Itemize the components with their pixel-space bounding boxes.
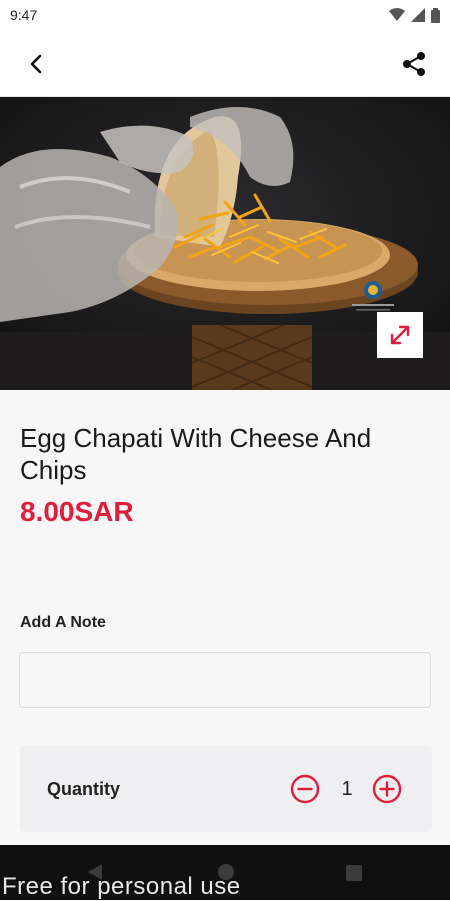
back-arrow-icon <box>30 54 42 74</box>
share-button[interactable] <box>398 48 430 80</box>
status-time: 9:47 <box>10 7 38 23</box>
plus-circle-icon <box>372 774 402 804</box>
quantity-value: 1 <box>341 778 353 800</box>
decrease-quantity-button[interactable] <box>290 774 320 804</box>
signal-icon <box>411 8 425 22</box>
status-icons <box>389 7 440 23</box>
expand-image-button[interactable] <box>377 312 423 358</box>
expand-icon <box>390 325 410 345</box>
note-input[interactable] <box>19 652 431 708</box>
product-title: Egg Chapati With Cheese And Chips <box>20 423 372 485</box>
increase-quantity-button[interactable] <box>372 774 402 804</box>
nav-recents-icon[interactable] <box>346 865 362 881</box>
wifi-icon <box>389 8 405 21</box>
note-label: Add A Note <box>20 614 106 631</box>
status-bar: 9:47 <box>0 0 450 30</box>
back-button[interactable] <box>20 48 52 80</box>
battery-icon <box>431 7 440 23</box>
minus-circle-icon <box>290 774 320 804</box>
product-details: Egg Chapati With Cheese And Chips 8.00SA… <box>0 390 450 845</box>
quantity-stepper: Quantity 1 <box>20 746 432 832</box>
share-icon <box>403 52 425 76</box>
top-app-bar <box>0 30 450 97</box>
quantity-label: Quantity <box>47 779 121 799</box>
watermark-text: Free for personal use <box>2 873 241 900</box>
product-price: 8.00SAR <box>20 496 134 527</box>
